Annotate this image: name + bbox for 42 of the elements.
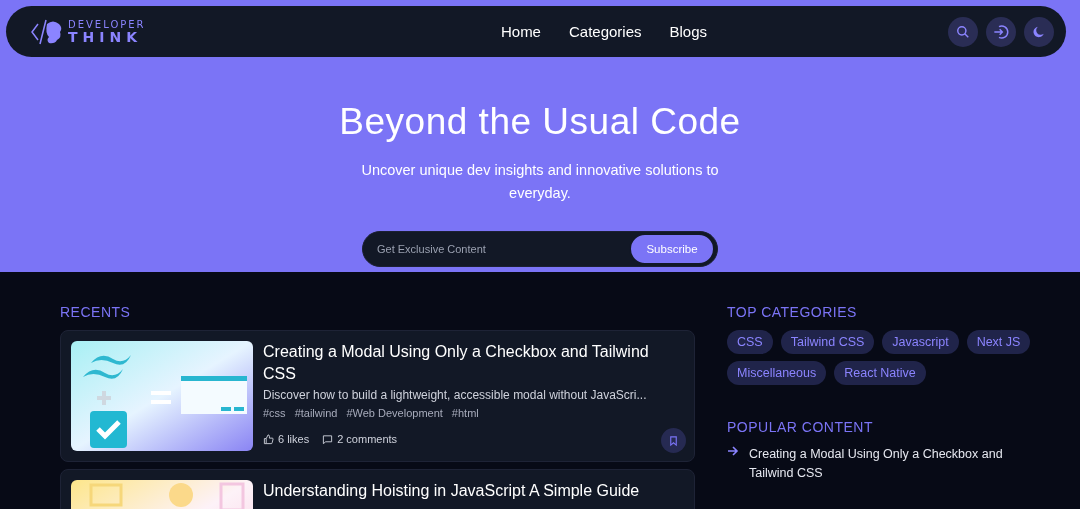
- moon-icon: [1032, 24, 1046, 39]
- post-tag[interactable]: #tailwind: [294, 407, 338, 419]
- post-title[interactable]: Creating a Modal Using Only a Checkbox and Tailwind CSS: [263, 341, 684, 385]
- thumbs-up-icon[interactable]: [263, 433, 274, 445]
- hero-title: Beyond the Usual Code: [339, 101, 741, 143]
- theme-toggle-button[interactable]: [1024, 16, 1054, 47]
- arrow-icon: [727, 445, 739, 457]
- popular-link[interactable]: Creating a Modal Using Only a Checkbox and Tailwind CSS: [749, 445, 1019, 483]
- bookmark-button[interactable]: [661, 428, 686, 453]
- category-chip[interactable]: Javascript: [882, 330, 959, 354]
- post-card[interactable]: Creating a Modal Using Only a Checkbox and Tailwind CSS Discover how to build a lightweight, accessible modal without JavaScri... #css #tailwind #Web Development #html 6 likes 2 comments: [60, 330, 695, 462]
- nav-link[interactable]: Home: [500, 23, 541, 40]
- comments-count: 2 comments: [337, 433, 398, 445]
- post-title[interactable]: Understanding Hoisting in JavaScript A Simple Guide: [263, 480, 684, 502]
- category-chip[interactable]: Tailwind CSS: [780, 330, 875, 354]
- post-tag[interactable]: #css: [263, 407, 286, 419]
- nav-link[interactable]: Blogs: [669, 23, 708, 40]
- logo-text[interactable]: DEVELOPER: [68, 19, 146, 30]
- section-heading: POPULAR CONTENT: [727, 419, 874, 435]
- section-heading: TOP CATEGORIES: [727, 304, 858, 320]
- comment-icon[interactable]: [322, 433, 334, 445]
- likes-count: 6 likes: [278, 433, 310, 445]
- search-icon: [956, 24, 970, 39]
- hero-subtitle: Uncover unique dev insights and innovative solutions to everyday.: [360, 161, 720, 203]
- category-chip[interactable]: React Native: [834, 361, 926, 385]
- search-button[interactable]: [948, 16, 978, 47]
- logo-text[interactable]: THINK: [68, 29, 146, 44]
- login-icon: [993, 23, 1009, 40]
- post-card[interactable]: Understanding Hoisting in JavaScript A Simple Guide: [60, 469, 695, 509]
- login-button[interactable]: [986, 16, 1016, 47]
- email-field[interactable]: Get Exclusive Content Subscribe: [362, 231, 718, 267]
- post-tag[interactable]: #html: [451, 407, 479, 419]
- section-heading: RECENTS: [60, 304, 132, 320]
- bookmark-icon: [668, 434, 679, 447]
- logo-icon[interactable]: [30, 17, 64, 46]
- subscribe-button[interactable]: Subscribe: [629, 233, 715, 265]
- post-tag[interactable]: #Web Development: [346, 407, 443, 419]
- post-excerpt: Discover how to build a lightweight, accessible modal without JavaScri...: [263, 388, 648, 402]
- nav-link[interactable]: Categories: [568, 23, 642, 40]
- category-chip[interactable]: Miscellaneous: [727, 361, 827, 385]
- category-chip[interactable]: CSS: [727, 330, 773, 354]
- category-chip[interactable]: Next JS: [966, 330, 1031, 354]
